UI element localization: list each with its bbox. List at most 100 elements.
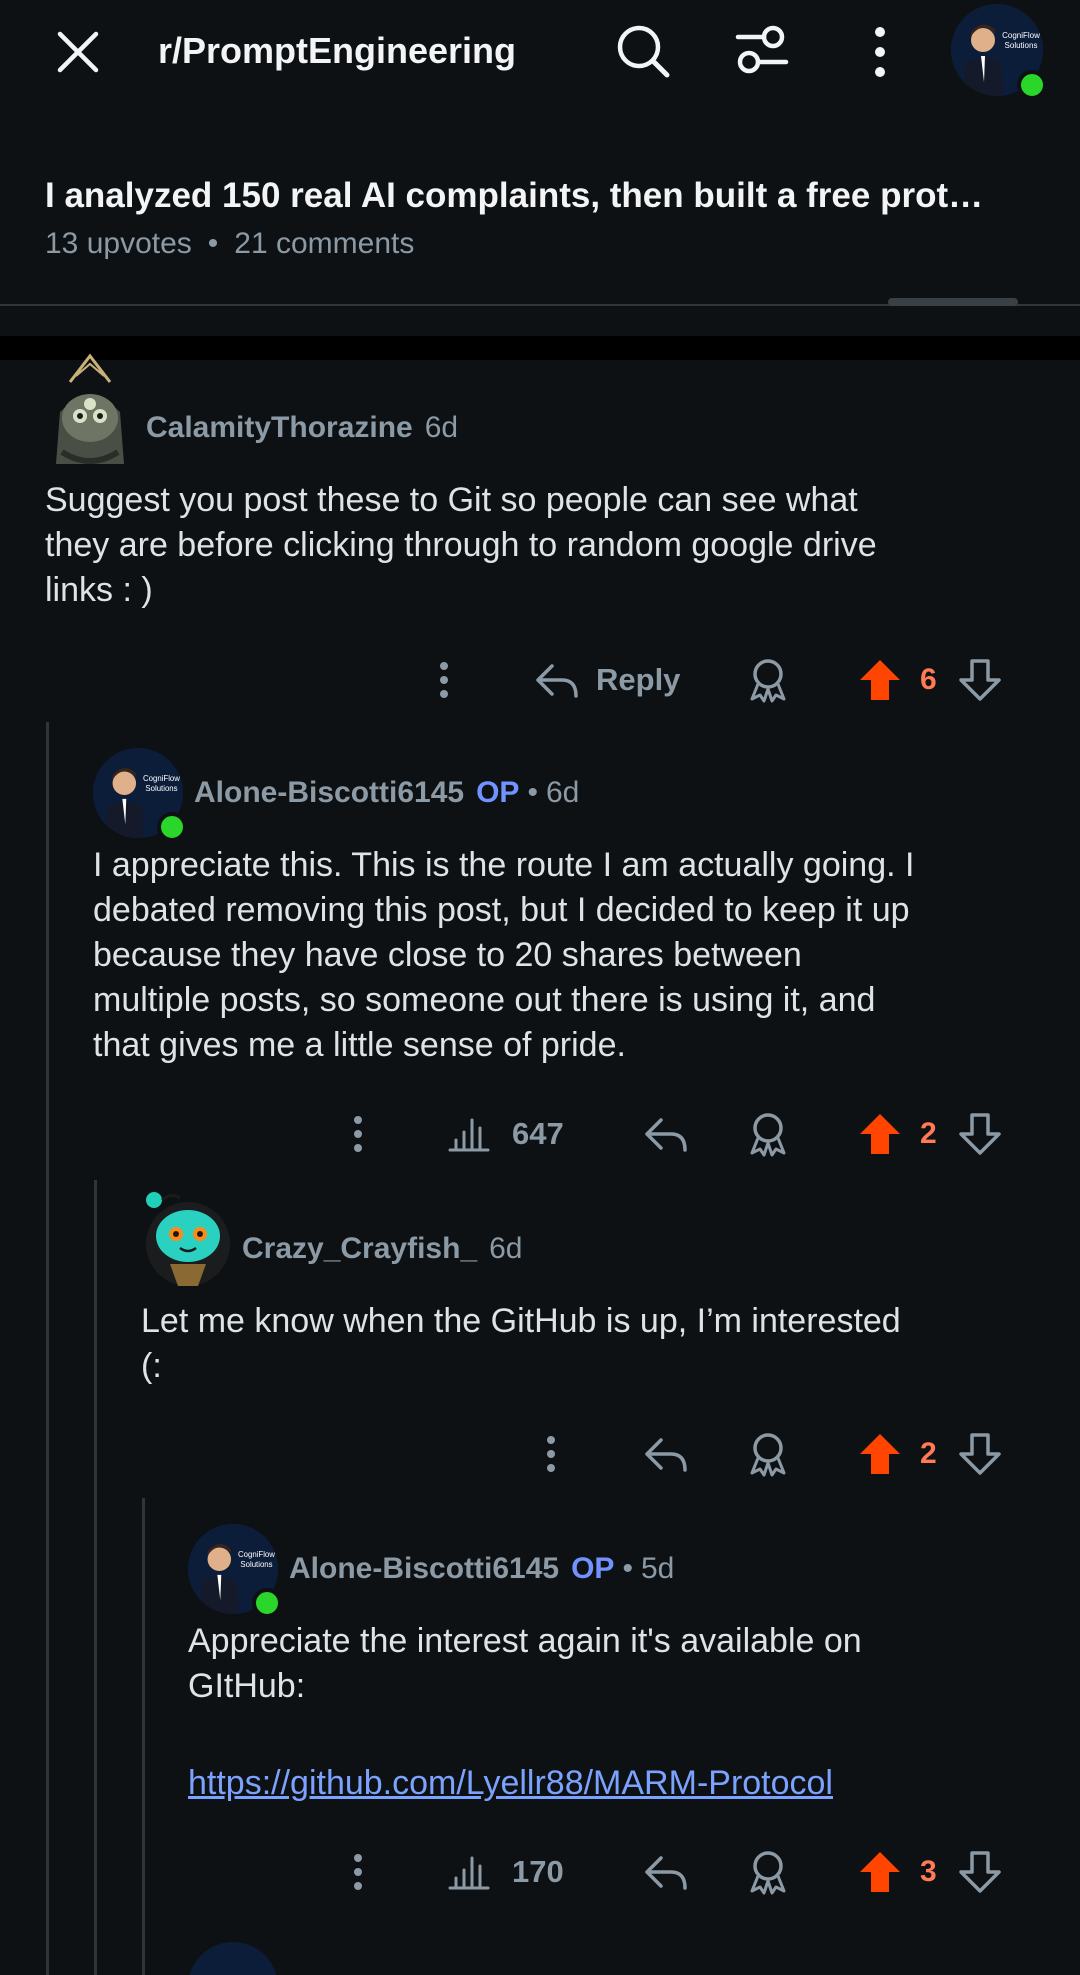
next-commenter-avatar[interactable] bbox=[188, 1942, 278, 1975]
comment-age: 6d bbox=[489, 1232, 523, 1265]
more-options-button[interactable] bbox=[860, 24, 900, 80]
upvote-filled-icon bbox=[860, 1434, 900, 1474]
view-count: 647 bbox=[512, 1116, 564, 1151]
reply-icon bbox=[645, 1438, 687, 1472]
vote-score: 3 bbox=[920, 1855, 937, 1888]
upvote-button[interactable] bbox=[856, 1430, 904, 1478]
downvote-button[interactable] bbox=[956, 1110, 1004, 1158]
upvote-button[interactable] bbox=[856, 1848, 904, 1896]
avatar-image bbox=[146, 1192, 230, 1286]
award-icon bbox=[750, 1433, 786, 1477]
op-badge: OP bbox=[476, 776, 520, 809]
comment-body: I appreciate this. This is the route I a… bbox=[93, 846, 915, 1064]
downvote-icon bbox=[959, 659, 1001, 701]
upvote-filled-icon bbox=[860, 1852, 900, 1892]
downvote-button[interactable] bbox=[956, 1848, 1004, 1896]
comment-more-button[interactable] bbox=[531, 1428, 571, 1480]
meta-separator: • bbox=[207, 227, 219, 260]
upvote-button[interactable] bbox=[856, 1110, 904, 1158]
downvote-icon bbox=[959, 1851, 1001, 1893]
award-button[interactable] bbox=[744, 1108, 792, 1160]
commenter-avatar[interactable] bbox=[140, 1186, 236, 1288]
comment-header: Alone-Biscotti6145 OP • 6d bbox=[194, 763, 579, 823]
avatar-image bbox=[56, 353, 124, 464]
insights-button[interactable]: 170 bbox=[448, 1844, 598, 1900]
username[interactable]: Alone-Biscotti6145 bbox=[289, 1552, 559, 1586]
comment-header: Alone-Biscotti6145 OP • 5d bbox=[289, 1539, 674, 1599]
more-vertical-icon bbox=[440, 662, 448, 698]
subreddit-name[interactable]: r/PromptEngineering bbox=[158, 26, 516, 76]
section-separator bbox=[0, 336, 1080, 360]
meta-separator: • bbox=[622, 1552, 633, 1585]
search-icon bbox=[617, 25, 670, 78]
more-vertical-icon bbox=[354, 1116, 362, 1152]
thread-line-level-2[interactable] bbox=[94, 1180, 97, 1975]
filter-button[interactable] bbox=[734, 22, 790, 78]
commenter-avatar[interactable] bbox=[42, 352, 138, 470]
scroll-handle[interactable] bbox=[888, 298, 1018, 306]
comment-age: 6d bbox=[545, 776, 580, 809]
more-vertical-icon bbox=[354, 1854, 362, 1890]
post-title[interactable]: I analyzed 150 real AI complaints, then … bbox=[45, 168, 1035, 224]
search-button[interactable] bbox=[614, 22, 672, 80]
award-icon bbox=[750, 1113, 786, 1157]
award-icon bbox=[750, 1851, 786, 1895]
more-vertical-icon bbox=[547, 1436, 555, 1472]
meta-separator: • bbox=[527, 776, 538, 809]
reply-icon bbox=[645, 1856, 687, 1890]
vote-score: 2 bbox=[920, 1437, 937, 1470]
username[interactable]: Alone-Biscotti6145 bbox=[194, 776, 464, 810]
comment-body: Appreciate the interest again it's avail… bbox=[188, 1622, 862, 1705]
view-count: 170 bbox=[512, 1854, 564, 1889]
bar-chart-icon bbox=[448, 1118, 490, 1152]
svg-text:CogniFlow: CogniFlow bbox=[1002, 31, 1040, 40]
reply-icon bbox=[536, 664, 578, 698]
award-button[interactable] bbox=[744, 1846, 792, 1898]
username[interactable]: Crazy_Crayfish_ bbox=[242, 1232, 477, 1266]
upvote-filled-icon bbox=[860, 660, 900, 700]
comment-header: CalamityThorazine 6d bbox=[146, 398, 458, 458]
vote-score: 2 bbox=[920, 1117, 937, 1150]
reply-label: Reply bbox=[596, 662, 681, 697]
downvote-button[interactable] bbox=[956, 656, 1004, 704]
upvote-filled-icon bbox=[860, 1114, 900, 1154]
comment-body: Suggest you post these to Git so people … bbox=[45, 481, 877, 609]
downvote-icon bbox=[959, 1113, 1001, 1155]
close-icon bbox=[57, 31, 99, 73]
username[interactable]: CalamityThorazine bbox=[146, 411, 413, 445]
comment-more-button[interactable] bbox=[338, 1846, 378, 1898]
svg-text:Solutions: Solutions bbox=[1005, 41, 1038, 50]
reply-button[interactable] bbox=[642, 1850, 690, 1894]
insights-button[interactable]: 647 bbox=[448, 1106, 598, 1162]
comment-age: 6d bbox=[424, 411, 459, 444]
reply-button[interactable] bbox=[642, 1112, 690, 1156]
op-badge: OP bbox=[571, 1552, 615, 1585]
close-button[interactable] bbox=[52, 26, 104, 78]
award-button[interactable] bbox=[744, 1428, 792, 1480]
reply-button[interactable]: Reply bbox=[534, 650, 694, 710]
vote-score: 6 bbox=[920, 663, 937, 696]
comment-age: 5d bbox=[640, 1552, 675, 1585]
sort-filter-icon bbox=[735, 25, 789, 74]
thread-line-level-3[interactable] bbox=[142, 1498, 145, 1975]
more-vertical-icon bbox=[875, 27, 885, 77]
upvote-count: 13 upvotes bbox=[45, 227, 192, 260]
reply-icon bbox=[645, 1118, 687, 1152]
comment-count: 21 comments bbox=[234, 227, 415, 260]
upvote-button[interactable] bbox=[856, 656, 904, 704]
comment-header: Crazy_Crayfish_ 6d bbox=[242, 1219, 523, 1279]
thread-line-level-1[interactable] bbox=[46, 722, 49, 1975]
online-status-indicator bbox=[1017, 70, 1047, 100]
bar-chart-icon bbox=[448, 1856, 490, 1890]
comment-more-button[interactable] bbox=[424, 654, 464, 706]
github-link[interactable]: https://github.com/Lyellr88/MARM-Protoco… bbox=[188, 1761, 833, 1806]
reply-button[interactable] bbox=[642, 1432, 690, 1476]
comment-more-button[interactable] bbox=[338, 1108, 378, 1160]
award-icon bbox=[750, 659, 786, 703]
award-button[interactable] bbox=[744, 654, 792, 706]
online-status-indicator bbox=[157, 812, 187, 842]
downvote-button[interactable] bbox=[956, 1430, 1004, 1478]
online-status-indicator bbox=[252, 1588, 282, 1618]
comment-body: Let me know when the GitHub is up, I’m i… bbox=[141, 1302, 901, 1385]
svg-text:CogniFlow: CogniFlow bbox=[143, 774, 180, 783]
